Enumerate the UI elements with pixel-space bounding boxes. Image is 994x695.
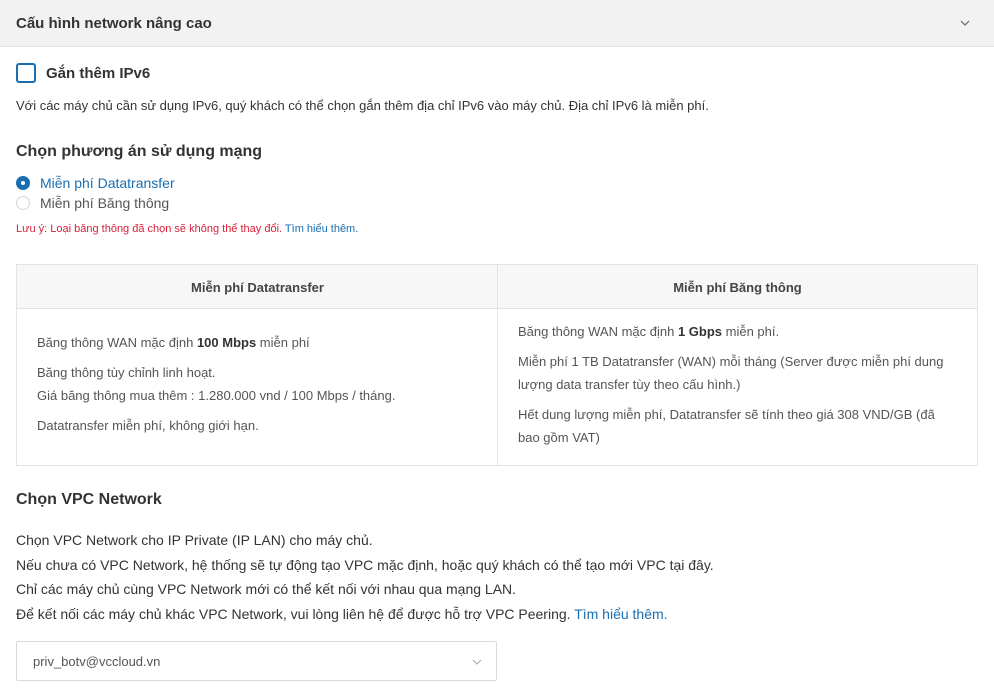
ipv6-description: Với các máy chủ cần sử dụng IPv6, quý kh… [16, 98, 709, 113]
overage-price-line: Hết dung lượng miễn phí, Datatransfer sẽ… [518, 407, 935, 445]
free-quota-line: Miễn phí 1 TB Datatransfer (WAN) mỗi thá… [518, 354, 944, 392]
column-divider [497, 265, 498, 465]
panel-title: Cấu hình network nâng cao [16, 15, 212, 32]
learn-more-link[interactable]: Tìm hiểu thêm. [285, 223, 358, 235]
vpc-select[interactable]: priv_botv@vccloud.vn [16, 641, 497, 681]
network-plan-title: Chọn phương án sử dụng mạng [16, 143, 263, 160]
plan-comparison-table: Miễn phí Datatransfer Miễn phí Băng thôn… [16, 264, 978, 466]
unlimited-transfer-line: Datatransfer miễn phí, không giới hạn. [37, 418, 259, 433]
vpc-title: Chọn VPC Network [16, 491, 162, 508]
note-text: Lưu ý: Loại băng thông đã chọn sẽ không … [16, 223, 283, 235]
default-wan-line: Băng thông WAN mặc định 1 Gbps miễn phí. [518, 324, 780, 339]
column-header-bandwidth: Miễn phí Băng thông [673, 279, 802, 295]
radio-label[interactable]: Miễn phí Băng thông [40, 195, 169, 211]
column-header-datatransfer: Miễn phí Datatransfer [191, 279, 324, 295]
default-wan-line: Băng thông WAN mặc định 100 Mbps miễn ph… [37, 335, 310, 350]
ipv6-checkbox[interactable] [16, 63, 36, 83]
radio-free-datatransfer[interactable]: Miễn phí Datatransfer [16, 175, 175, 191]
datatransfer-details: Băng thông WAN mặc định 100 Mbps miễn ph… [37, 331, 477, 444]
radio-unselected-icon[interactable] [16, 196, 30, 210]
vpc-line: Chọn VPC Network cho IP Private (IP LAN)… [16, 532, 373, 548]
ipv6-checkbox-label[interactable]: Gắn thêm IPv6 [46, 65, 150, 82]
radio-label[interactable]: Miễn phí Datatransfer [40, 175, 175, 191]
vpc-select-value[interactable]: priv_botv@vccloud.vn [33, 654, 160, 669]
chevron-down-icon[interactable] [472, 657, 482, 667]
vpc-line: Chỉ các máy chủ cùng VPC Network mới có … [16, 581, 517, 597]
flexible-bandwidth-line: Băng thông tùy chỉnh linh hoạt. Giá băng … [37, 365, 396, 403]
vpc-learn-more-link[interactable]: Tìm hiểu thêm. [574, 606, 667, 622]
advanced-network-header[interactable]: Cấu hình network nâng cao [0, 0, 994, 47]
radio-selected-icon[interactable] [16, 176, 30, 190]
vpc-description: Chọn VPC Network cho IP Private (IP LAN)… [16, 528, 714, 626]
ipv6-option[interactable]: Gắn thêm IPv6 [16, 63, 150, 83]
vpc-line: Nếu chưa có VPC Network, hệ thống sẽ tự … [16, 556, 714, 573]
bandwidth-warning-note: Lưu ý: Loại băng thông đã chọn sẽ không … [16, 223, 358, 235]
radio-free-bandwidth[interactable]: Miễn phí Băng thông [16, 195, 169, 211]
vpc-line: Để kết nối các máy chủ khác VPC Network,… [16, 605, 668, 622]
chevron-down-icon[interactable] [960, 18, 970, 28]
bandwidth-details: Băng thông WAN mặc định 1 Gbps miễn phí.… [518, 320, 958, 456]
